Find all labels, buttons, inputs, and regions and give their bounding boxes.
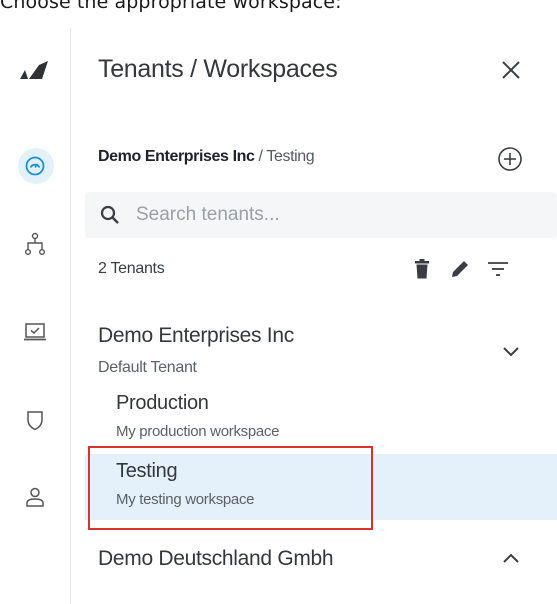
workspace-description: My production workspace bbox=[116, 423, 280, 440]
nav-shield[interactable] bbox=[0, 400, 70, 440]
tenant-workspace-panel: Tenants / Workspaces Demo Enterprises In… bbox=[71, 28, 557, 604]
user-icon bbox=[26, 487, 44, 507]
monitor-check-icon bbox=[24, 323, 46, 341]
workspace-name: Production bbox=[116, 392, 209, 414]
plus-circle-icon bbox=[498, 147, 522, 171]
list-toolbar bbox=[409, 254, 511, 284]
nav-user[interactable] bbox=[0, 477, 70, 517]
search-box[interactable] bbox=[85, 192, 557, 238]
tenant-name[interactable]: Demo Deutschland Gmbh bbox=[98, 547, 334, 571]
panel-title: Tenants / Workspaces bbox=[98, 55, 338, 83]
search-icon bbox=[100, 205, 119, 224]
workspace-description: My testing workspace bbox=[116, 491, 255, 508]
breadcrumb-separator: / bbox=[254, 148, 267, 165]
breadcrumb-workspace: Testing bbox=[266, 148, 315, 165]
chevron-up-icon bbox=[503, 553, 519, 563]
workspace-item-production[interactable]: Production My production workspace bbox=[85, 386, 557, 452]
breadcrumb: Demo Enterprises Inc / Testing bbox=[98, 148, 315, 166]
gauge-icon bbox=[25, 156, 45, 176]
breadcrumb-org[interactable]: Demo Enterprises Inc bbox=[98, 148, 255, 165]
tenant-count: 2 Tenants bbox=[98, 260, 165, 277]
nav-monitor[interactable] bbox=[0, 312, 70, 352]
instruction-caption: Choose the appropriate workspace: bbox=[0, 0, 342, 13]
workspace-item-testing[interactable]: Testing My testing workspace bbox=[85, 454, 557, 520]
shield-icon bbox=[27, 411, 43, 431]
close-icon bbox=[502, 61, 520, 79]
pencil-icon bbox=[452, 261, 468, 277]
delete-button[interactable] bbox=[409, 255, 435, 283]
trash-icon bbox=[415, 259, 429, 279]
tenant-collapse-button[interactable] bbox=[495, 336, 527, 368]
filter-icon bbox=[488, 262, 508, 276]
filter-button[interactable] bbox=[485, 255, 511, 283]
add-tenant-button[interactable] bbox=[494, 143, 526, 175]
close-button[interactable] bbox=[491, 50, 531, 90]
tenant-subtitle: Default Tenant bbox=[98, 359, 197, 376]
tenant-expand-button[interactable] bbox=[495, 542, 527, 574]
search-input[interactable] bbox=[134, 203, 518, 227]
nav-dashboard[interactable] bbox=[0, 146, 70, 186]
chevron-down-icon bbox=[503, 347, 519, 357]
hierarchy-icon bbox=[25, 232, 45, 256]
tenant-name[interactable]: Demo Enterprises Inc bbox=[98, 324, 294, 348]
nav-rail bbox=[0, 28, 71, 604]
brand-logo-icon[interactable] bbox=[0, 50, 70, 90]
workspace-name: Testing bbox=[116, 460, 178, 482]
edit-button[interactable] bbox=[447, 255, 473, 283]
nav-hierarchy[interactable] bbox=[0, 224, 70, 264]
